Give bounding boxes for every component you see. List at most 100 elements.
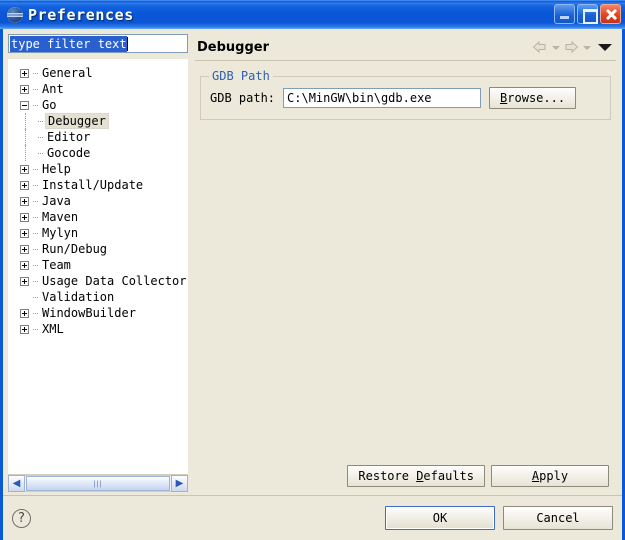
tree-item-label: Gocode	[45, 146, 92, 160]
tree-item-maven[interactable]: Maven	[8, 209, 188, 225]
expand-icon[interactable]	[20, 277, 29, 286]
tree-item-java[interactable]: Java	[8, 193, 188, 209]
maximize-icon[interactable]	[577, 4, 598, 24]
tree-item-label: Editor	[45, 130, 92, 144]
dialog-button-bar: ? OK Cancel	[3, 496, 622, 540]
tree-connector-line	[33, 265, 38, 266]
scrollbar-track[interactable]	[25, 475, 171, 492]
preference-tree-panel: type filter text GeneralAntGoDebuggerEdi…	[8, 34, 188, 495]
expand-icon[interactable]	[20, 165, 29, 174]
expand-icon[interactable]	[20, 85, 29, 94]
tree-connector-line	[33, 313, 38, 314]
gdb-path-group-label: GDB Path	[209, 69, 273, 83]
view-menu-icon[interactable]	[597, 40, 613, 54]
ok-button[interactable]: OK	[385, 506, 495, 530]
tree-item-gocode[interactable]: Gocode	[8, 145, 188, 161]
tree-item-mylyn[interactable]: Mylyn	[8, 225, 188, 241]
tree-item-general[interactable]: General	[8, 65, 188, 81]
tree-item-label: XML	[40, 322, 66, 336]
scrollbar-thumb[interactable]	[26, 476, 170, 491]
tree-connector-line	[38, 153, 43, 154]
tree-connector-line	[33, 281, 38, 282]
filter-input-value: type filter text	[10, 36, 127, 52]
tree-item-label: Usage Data Collector	[40, 274, 188, 288]
gdb-path-label: GDB path:	[210, 91, 275, 105]
tree-item-run-debug[interactable]: Run/Debug	[8, 241, 188, 257]
scroll-right-glyph: ▶	[176, 479, 184, 489]
tree-item-label: Help	[40, 162, 73, 176]
preference-tree[interactable]: GeneralAntGoDebuggerEditor Gocode HelpInst…	[8, 59, 188, 475]
tree-connector-line	[33, 233, 38, 234]
tree-item-usage-data-collector[interactable]: Usage Data Collector	[8, 273, 188, 289]
tree-connector-line	[33, 105, 38, 106]
forward-dropdown-icon[interactable]	[582, 40, 591, 54]
tree-guide-line	[25, 145, 26, 161]
restore-mnemonic: D	[416, 469, 423, 483]
apply-button[interactable]: Apply	[491, 465, 609, 487]
page-body: GDB Path GDB path: C:\MinGW\bin\gdb.exe …	[194, 69, 617, 465]
expand-icon[interactable]	[20, 69, 29, 78]
page-navigation	[531, 39, 613, 55]
expand-icon[interactable]	[20, 261, 29, 270]
tree-guide-line	[25, 113, 26, 129]
tree-item-editor[interactable]: Editor	[8, 129, 188, 145]
scroll-right-icon[interactable]: ▶	[171, 475, 188, 492]
back-dropdown-icon[interactable]	[551, 40, 560, 54]
tree-item-debugger[interactable]: Debugger	[8, 113, 188, 129]
expand-icon[interactable]	[20, 197, 29, 206]
tree-item-label: Ant	[40, 82, 66, 96]
back-arrow-icon[interactable]	[531, 39, 549, 55]
tree-connector-line	[33, 169, 38, 170]
browse-button[interactable]: Browse...	[489, 87, 576, 109]
page-footer-buttons: Restore Defaults Apply	[194, 465, 617, 495]
eclipse-globe-icon	[7, 7, 23, 23]
tree-connector-line	[38, 121, 43, 122]
expand-icon[interactable]	[20, 229, 29, 238]
minimize-icon[interactable]	[554, 4, 575, 24]
page-title: Debugger	[197, 40, 531, 55]
expand-icon[interactable]	[20, 325, 29, 334]
tree-item-validation[interactable]: Validation	[8, 289, 188, 305]
title-bar: Preferences	[0, 0, 625, 29]
tree-item-label: Debugger	[45, 113, 109, 129]
tree-item-go[interactable]: Go	[8, 97, 188, 113]
gdb-path-input[interactable]: C:\MinGW\bin\gdb.exe	[283, 88, 481, 108]
tree-connector-line	[38, 137, 43, 138]
tree-item-label: Maven	[40, 210, 80, 224]
window-controls	[554, 4, 621, 24]
browse-mnemonic: B	[500, 91, 507, 105]
restore-defaults-button[interactable]: Restore Defaults	[347, 465, 485, 487]
tree-connector-line	[33, 329, 38, 330]
dialog-content: type filter text GeneralAntGoDebuggerEdi…	[3, 29, 622, 495]
tree-horizontal-scrollbar[interactable]: ◀ ▶	[8, 475, 188, 492]
tree-item-ant[interactable]: Ant	[8, 81, 188, 97]
scroll-left-glyph: ◀	[13, 479, 21, 489]
tree-item-team[interactable]: Team	[8, 257, 188, 273]
tree-connector-line	[33, 185, 38, 186]
tree-connector-line	[33, 249, 38, 250]
expand-icon[interactable]	[20, 309, 29, 318]
expand-icon[interactable]	[20, 213, 29, 222]
tree-item-label: Mylyn	[40, 226, 80, 240]
tree-item-xml[interactable]: XML	[8, 321, 188, 337]
forward-arrow-icon[interactable]	[562, 39, 580, 55]
header-divider	[195, 60, 616, 61]
collapse-icon[interactable]	[20, 101, 29, 110]
tree-item-label: WindowBuilder	[40, 306, 138, 320]
help-icon[interactable]: ?	[12, 509, 31, 528]
cancel-button[interactable]: Cancel	[503, 506, 613, 530]
text-caret	[127, 37, 128, 51]
expand-icon[interactable]	[20, 245, 29, 254]
tree-item-install-update[interactable]: Install/Update	[8, 177, 188, 193]
page-header: Debugger	[194, 34, 617, 60]
tree-connector-line	[33, 217, 38, 218]
scroll-left-icon[interactable]: ◀	[8, 475, 25, 492]
tree-connector-line	[33, 297, 38, 298]
tree-item-windowbuilder[interactable]: WindowBuilder	[8, 305, 188, 321]
close-icon[interactable]	[600, 4, 621, 24]
preference-page: Debugger	[194, 34, 617, 495]
tree-item-help[interactable]: Help	[8, 161, 188, 177]
tree-leaf-spacer	[20, 293, 29, 302]
expand-icon[interactable]	[20, 181, 29, 190]
filter-input[interactable]: type filter text	[8, 34, 188, 53]
